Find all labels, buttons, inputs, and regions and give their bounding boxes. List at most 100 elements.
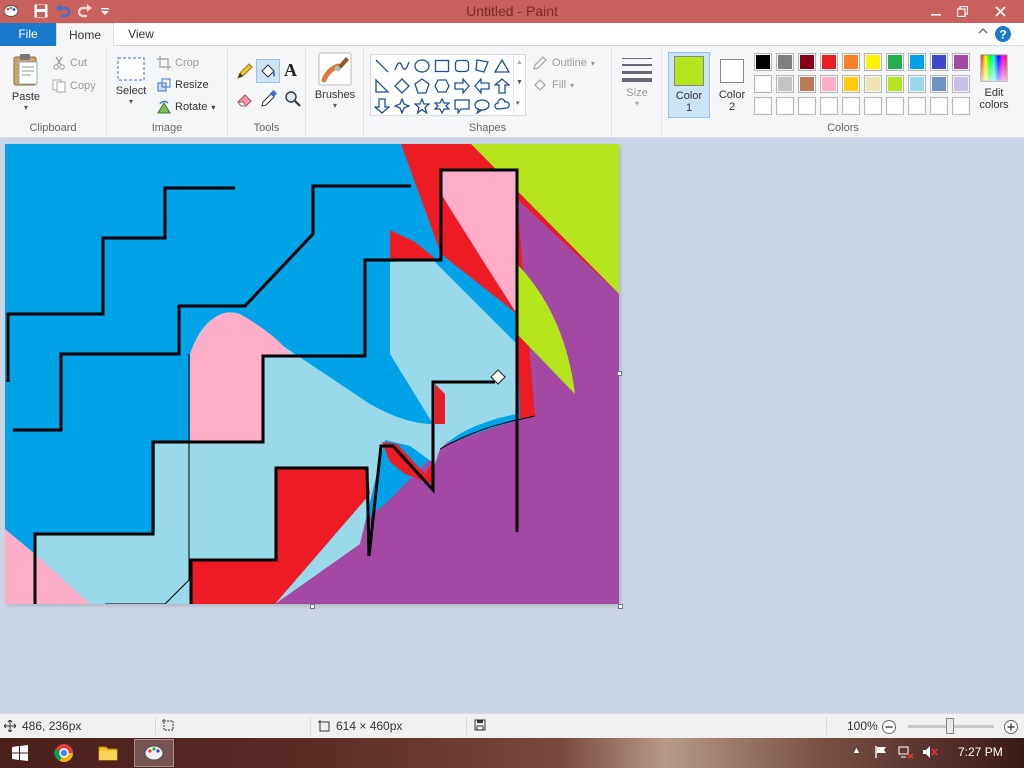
palette-swatch[interactable] (952, 53, 970, 71)
volume-muted-icon[interactable] (922, 745, 938, 762)
fill-bucket-icon[interactable] (256, 59, 280, 83)
custom-color-slot[interactable] (842, 97, 860, 115)
custom-color-slot[interactable] (754, 97, 772, 115)
resize-handle-right[interactable] (617, 371, 622, 376)
fill-button[interactable]: Fill ▾ (532, 76, 574, 94)
custom-color-slot[interactable] (952, 97, 970, 115)
custom-color-slot[interactable] (886, 97, 904, 115)
triangle-shape-icon[interactable] (493, 57, 511, 75)
network-icon[interactable] (898, 745, 914, 762)
custom-color-slot[interactable] (820, 97, 838, 115)
cut-button[interactable]: Cut (52, 54, 87, 72)
right-triangle-shape-icon[interactable] (373, 77, 391, 95)
size-dropdown-icon[interactable]: ▾ (618, 99, 656, 108)
shapes-more-icon[interactable]: ▾ (516, 99, 520, 107)
taskbar-file-explorer[interactable] (88, 739, 128, 767)
up-arrow-shape-icon[interactable] (493, 77, 511, 95)
clock-time[interactable]: 7:27 PM (958, 745, 1003, 759)
five-point-star-shape-icon[interactable] (413, 97, 431, 115)
tab-view[interactable]: View (118, 23, 164, 46)
palette-swatch[interactable] (930, 75, 948, 93)
scroll-down-icon[interactable]: ▼ (516, 79, 523, 86)
down-arrow-shape-icon[interactable] (373, 97, 391, 115)
custom-color-slot[interactable] (776, 97, 794, 115)
text-tool-icon[interactable]: A (284, 60, 297, 81)
palette-swatch[interactable] (776, 53, 794, 71)
crop-button[interactable]: Crop (157, 54, 199, 72)
color-picker-icon[interactable] (260, 89, 278, 111)
palette-swatch[interactable] (952, 75, 970, 93)
palette-swatch[interactable] (820, 53, 838, 71)
scroll-up-icon[interactable]: ▲ (516, 59, 523, 66)
resize-handle-corner[interactable] (618, 604, 623, 609)
outline-button[interactable]: Outline ▾ (532, 54, 595, 72)
hexagon-shape-icon[interactable] (433, 77, 451, 95)
help-icon[interactable]: ? (994, 25, 1012, 43)
palette-swatch[interactable] (930, 53, 948, 71)
painting[interactable] (5, 144, 619, 605)
edit-colors-button[interactable]: Edit colors (974, 54, 1014, 111)
pentagon-shape-icon[interactable] (413, 77, 431, 95)
canvas-workspace[interactable] (0, 138, 1024, 713)
drawing-canvas[interactable] (5, 144, 619, 605)
select-dropdown-icon[interactable]: ▾ (113, 97, 149, 106)
custom-color-slot[interactable] (798, 97, 816, 115)
rounded-rectangle-shape-icon[interactable] (453, 57, 471, 75)
line-shape-icon[interactable] (373, 57, 391, 75)
outline-dropdown-icon[interactable]: ▾ (591, 59, 595, 68)
oval-shape-icon[interactable] (413, 57, 431, 75)
paste-dropdown-icon[interactable]: ▾ (6, 103, 46, 112)
palette-swatch[interactable] (886, 53, 904, 71)
minimize-ribbon-icon[interactable] (978, 27, 988, 38)
palette-swatch[interactable] (798, 53, 816, 71)
rotate-dropdown-icon[interactable]: ▾ (211, 103, 215, 112)
tab-file[interactable]: File (0, 23, 56, 46)
left-arrow-shape-icon[interactable] (473, 77, 491, 95)
oval-callout-shape-icon[interactable] (473, 97, 491, 115)
polygon-shape-icon[interactable] (473, 57, 491, 75)
palette-swatch[interactable] (864, 53, 882, 71)
palette-swatch[interactable] (908, 75, 926, 93)
magnifier-icon[interactable] (284, 90, 302, 111)
right-arrow-shape-icon[interactable] (453, 77, 471, 95)
taskbar-paint[interactable] (134, 739, 174, 767)
start-button[interactable] (0, 739, 40, 767)
palette-swatch[interactable] (776, 75, 794, 93)
taskbar-chrome[interactable] (44, 739, 84, 767)
fill-dropdown-icon[interactable]: ▾ (570, 81, 574, 90)
brushes-button[interactable]: Brushes ▾ (312, 52, 358, 110)
zoom-slider-thumb[interactable] (946, 718, 954, 734)
color1-button[interactable]: Color 1 (668, 52, 710, 118)
shapes-scrollbar[interactable]: ▲ ▼ ▾ (513, 55, 525, 115)
eraser-icon[interactable] (236, 90, 254, 111)
palette-swatch[interactable] (754, 75, 772, 93)
copy-button[interactable]: Copy (52, 77, 96, 95)
palette-swatch[interactable] (820, 75, 838, 93)
zoom-in-button[interactable] (1003, 719, 1019, 738)
paste-button[interactable]: Paste ▾ (6, 52, 46, 112)
palette-swatch[interactable] (798, 75, 816, 93)
restore-button[interactable] (946, 0, 978, 22)
color2-button[interactable]: Color 2 (712, 52, 752, 118)
brushes-dropdown-icon[interactable]: ▾ (312, 101, 358, 110)
select-button[interactable]: Select ▾ (113, 56, 149, 106)
zoom-out-button[interactable] (881, 719, 897, 738)
six-point-star-shape-icon[interactable] (433, 97, 451, 115)
curve-shape-icon[interactable] (393, 57, 411, 75)
diamond-shape-icon[interactable] (393, 77, 411, 95)
palette-swatch[interactable] (864, 75, 882, 93)
rectangular-callout-shape-icon[interactable] (453, 97, 471, 115)
custom-color-slot[interactable] (864, 97, 882, 115)
resize-handle-bottom[interactable] (310, 604, 315, 609)
rotate-button[interactable]: Rotate ▾ (157, 98, 215, 116)
four-point-star-shape-icon[interactable] (393, 97, 411, 115)
rectangle-shape-icon[interactable] (433, 57, 451, 75)
cloud-callout-shape-icon[interactable] (493, 97, 511, 115)
custom-color-slot[interactable] (930, 97, 948, 115)
size-button[interactable]: Size ▾ (618, 54, 656, 108)
tab-home[interactable]: Home (56, 23, 114, 47)
palette-swatch[interactable] (842, 75, 860, 93)
palette-swatch[interactable] (908, 53, 926, 71)
palette-swatch[interactable] (886, 75, 904, 93)
palette-swatch[interactable] (754, 53, 772, 71)
